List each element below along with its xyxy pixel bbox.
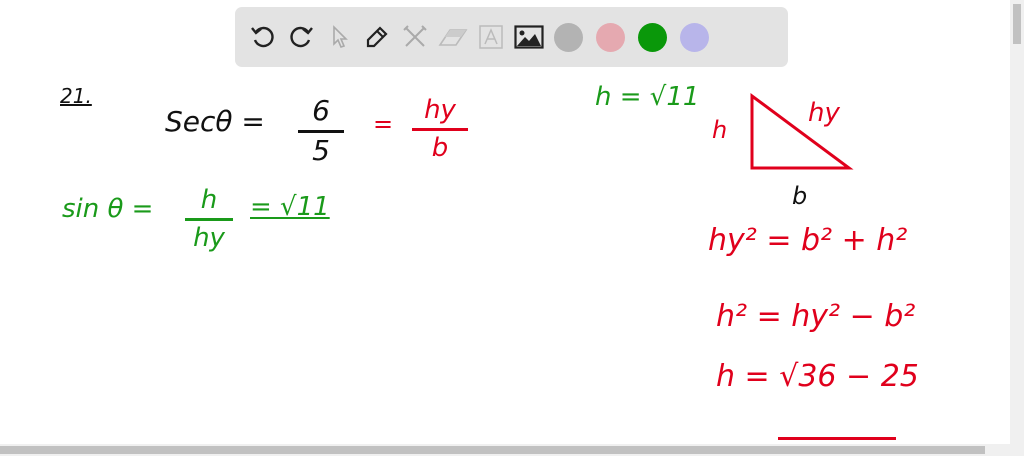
sin-fraction: h hy — [185, 186, 233, 252]
vertical-scrollbar[interactable] — [1010, 0, 1024, 444]
redo-icon[interactable] — [285, 22, 316, 53]
image-icon[interactable] — [513, 22, 544, 53]
horizontal-scrollbar[interactable] — [0, 444, 1024, 456]
horizontal-scroll-thumb[interactable] — [0, 446, 985, 454]
pythagoras-line-2: h² = hy² − b² — [716, 299, 916, 334]
h-value: h = √11 — [595, 82, 700, 112]
pen-icon[interactable] — [361, 22, 392, 53]
sec-equals: = — [373, 110, 394, 138]
eraser-icon[interactable] — [437, 22, 468, 53]
hy-numerator: hy — [424, 95, 456, 125]
pythagoras-line-3: h = √36 − 25 — [716, 359, 919, 394]
sec-denominator: 5 — [312, 133, 330, 167]
hy-over-b-fraction: hy b — [412, 96, 468, 162]
vertical-scroll-thumb[interactable] — [1013, 4, 1021, 44]
undo-icon[interactable] — [247, 22, 278, 53]
problem-number: 21. — [60, 84, 92, 108]
sin-lhs: sin θ = — [62, 194, 154, 224]
triangle-height-label: h — [712, 116, 728, 144]
color-swatch-green[interactable] — [638, 22, 667, 52]
triangle-hypotenuse-label: hy — [808, 98, 840, 128]
sin-result: = √11 — [250, 192, 330, 222]
sec-numerator: 6 — [312, 94, 330, 127]
color-swatch-lavender[interactable] — [680, 22, 709, 52]
tools-icon[interactable] — [399, 22, 430, 53]
pythagoras-line-1: hy² = b² + h² — [708, 223, 908, 258]
pointer-icon[interactable] — [323, 22, 354, 53]
sin-denominator: hy — [193, 222, 225, 253]
sec-fraction: 6 5 — [298, 94, 344, 167]
drawing-toolbar — [235, 7, 788, 67]
sec-lhs: Secθ = — [165, 105, 265, 138]
b-denominator: b — [431, 132, 449, 163]
color-swatch-gray[interactable] — [554, 22, 583, 52]
text-icon[interactable] — [475, 22, 506, 53]
triangle-base-label: b — [792, 182, 808, 210]
partial-sqrt-bar — [778, 437, 896, 440]
color-swatch-pink[interactable] — [596, 22, 625, 52]
sin-numerator: h — [200, 185, 218, 215]
